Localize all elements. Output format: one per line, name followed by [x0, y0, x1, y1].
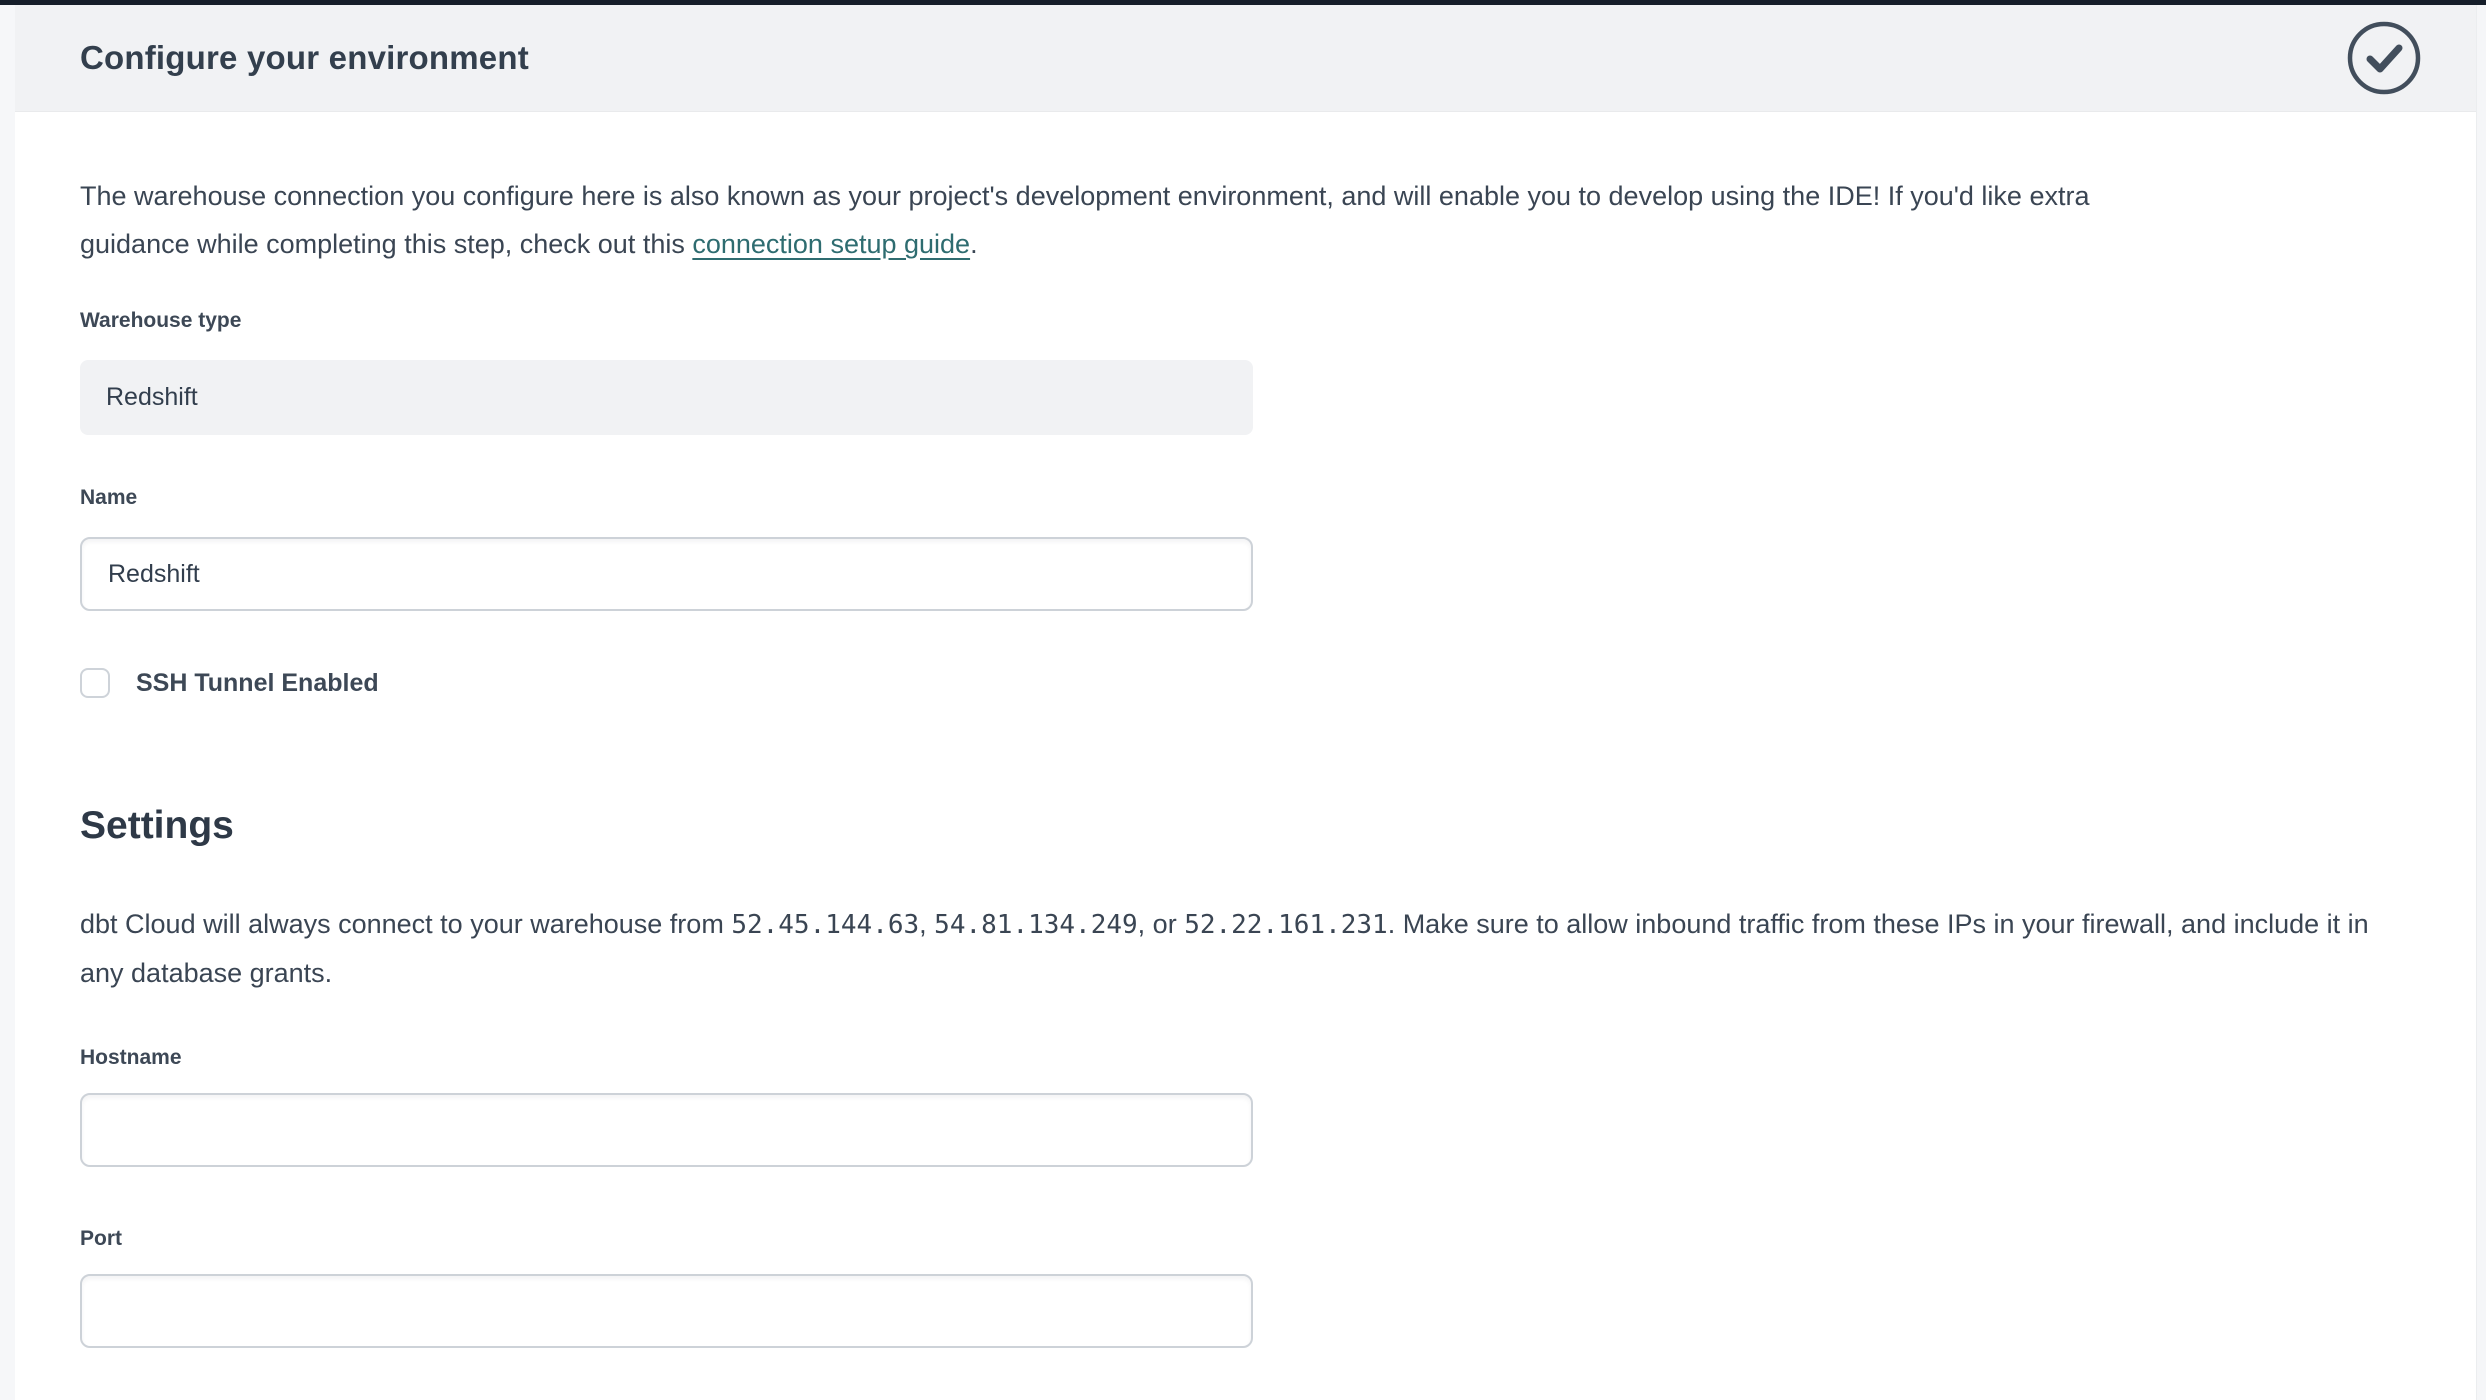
desc-sep1: , [919, 909, 934, 939]
connection-setup-guide-link[interactable]: connection setup guide [692, 229, 970, 259]
desc-sep2: , or [1138, 909, 1185, 939]
warehouse-type-label: Warehouse type [80, 306, 2411, 336]
intro-after-link: . [970, 229, 978, 259]
hostname-input[interactable] [80, 1093, 1253, 1167]
page-title: Configure your environment [80, 39, 2346, 77]
scrollbar-track [2476, 5, 2486, 1400]
desc-before-ips: dbt Cloud will always connect to your wa… [80, 909, 731, 939]
port-input[interactable] [80, 1274, 1253, 1348]
card-body: The warehouse connection you configure h… [15, 172, 2476, 1348]
name-label: Name [80, 483, 2411, 513]
ip-address-3: 52.22.161.231 [1184, 910, 1388, 940]
card-header: Configure your environment [15, 5, 2476, 112]
name-input[interactable] [80, 537, 1253, 611]
ip-address-1: 52.45.144.63 [731, 910, 919, 940]
intro-line2: guidance while completing this step, che… [80, 229, 692, 259]
intro-line1: The warehouse connection you configure h… [80, 181, 2089, 211]
ssh-tunnel-label: SSH Tunnel Enabled [136, 669, 379, 698]
desc-line2: any database grants. [80, 958, 332, 988]
intro-paragraph: The warehouse connection you configure h… [80, 172, 2370, 268]
warehouse-type-field: Redshift [80, 360, 1253, 435]
configure-environment-card: Configure your environment The warehouse… [15, 5, 2476, 1400]
settings-heading: Settings [80, 802, 2411, 850]
hostname-label: Hostname [80, 1043, 2411, 1073]
desc-line1-end: . Make sure to allow inbound traffic fro… [1388, 909, 2369, 939]
ssh-tunnel-checkbox[interactable] [80, 668, 110, 698]
warehouse-type-value: Redshift [106, 383, 198, 412]
check-circle-icon [2346, 20, 2422, 96]
settings-description: dbt Cloud will always connect to your wa… [80, 900, 2380, 997]
ssh-tunnel-row: SSH Tunnel Enabled [80, 668, 2411, 698]
port-label: Port [80, 1224, 2411, 1254]
ip-address-2: 54.81.134.249 [934, 910, 1138, 940]
